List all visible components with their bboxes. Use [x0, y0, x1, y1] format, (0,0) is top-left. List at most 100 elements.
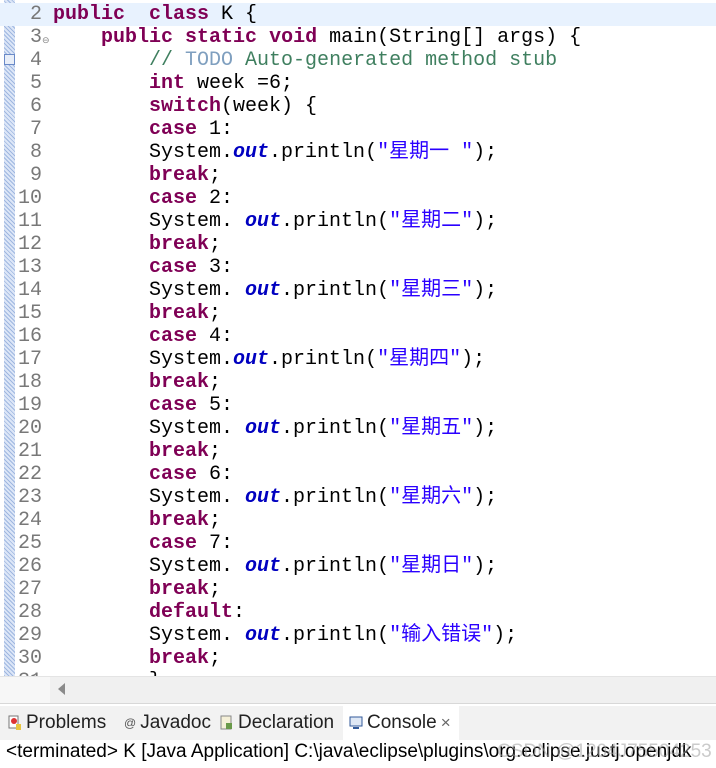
- code-line[interactable]: 9 break;: [0, 164, 716, 187]
- code-line[interactable]: 25 case 7:: [0, 532, 716, 555]
- scroll-left-icon[interactable]: [58, 683, 65, 695]
- code-line[interactable]: 19 case 5:: [0, 394, 716, 417]
- close-icon[interactable]: ×: [441, 706, 451, 740]
- line-number: 15: [17, 302, 42, 325]
- code-text: System.: [53, 417, 246, 440]
- code-line[interactable]: 11 System. out.println("星期二");: [0, 210, 716, 233]
- code-line[interactable]: 29 System. out.println("输入错误");: [0, 624, 716, 647]
- code-line[interactable]: 18 break;: [0, 371, 716, 394]
- code-content: break;: [53, 647, 221, 670]
- comment: //: [149, 49, 186, 72]
- code-text: .println(: [269, 141, 378, 164]
- code-line[interactable]: 12 break;: [0, 233, 716, 256]
- line-number: 16: [17, 325, 42, 348]
- code-text: System.: [53, 624, 246, 647]
- tab-label: Declaration: [238, 712, 335, 733]
- code-line[interactable]: 4 // TODO Auto-generated method stub: [0, 49, 716, 72]
- horizontal-scrollbar[interactable]: [0, 676, 716, 704]
- field: out: [245, 417, 282, 440]
- code-text: .println(: [281, 417, 390, 440]
- code-line[interactable]: 17 System.out.println("星期四");: [0, 348, 716, 371]
- field: out: [245, 210, 282, 233]
- code-content: break;: [53, 164, 221, 187]
- code-text: ;: [209, 578, 222, 601]
- line-number: 13: [17, 256, 42, 279]
- keyword: break: [149, 578, 210, 601]
- keyword: default: [149, 601, 234, 624]
- code-content: break;: [53, 302, 221, 325]
- line-number: 2: [29, 3, 42, 26]
- code-content: default:: [53, 601, 245, 624]
- code-text: System.: [53, 348, 234, 371]
- code-text: .println(: [281, 555, 390, 578]
- line-number: 29: [17, 624, 42, 647]
- tab-label: Problems: [26, 712, 107, 733]
- string-literal: "星期三": [389, 279, 474, 302]
- tab-javadoc[interactable]: @ Javadoc: [124, 706, 211, 740]
- code-line[interactable]: 8 System.out.println("星期一 ");: [0, 141, 716, 164]
- code-line[interactable]: 26 System. out.println("星期日");: [0, 555, 716, 578]
- console-icon: [349, 716, 363, 729]
- code-content: System. out.println("星期五");: [53, 417, 497, 440]
- code-line[interactable]: 24 break;: [0, 509, 716, 532]
- code-line[interactable]: 7 case 1:: [0, 118, 716, 141]
- tab-declaration[interactable]: Declaration: [220, 706, 334, 740]
- code-content: System.out.println("星期一 ");: [53, 141, 497, 164]
- keyword: int: [149, 72, 186, 95]
- line-number: 26: [17, 555, 42, 578]
- code-content: System. out.println("输入错误");: [53, 624, 517, 647]
- code-text: 1:: [197, 118, 234, 141]
- string-literal: "星期一 ": [377, 141, 474, 164]
- code-text: 7:: [197, 532, 234, 555]
- code-content: case 1:: [53, 118, 233, 141]
- code-line[interactable]: 28 default:: [0, 601, 716, 624]
- code-line[interactable]: 3 ⊖ public static void main(String[] args…: [0, 26, 716, 49]
- code-line[interactable]: 22 case 6:: [0, 463, 716, 486]
- tab-label: Javadoc: [140, 712, 211, 733]
- code-line[interactable]: 16 case 4:: [0, 325, 716, 348]
- keyword: case: [149, 256, 198, 279]
- code-line[interactable]: 23 System. out.println("星期六");: [0, 486, 716, 509]
- code-line[interactable]: 13 case 3:: [0, 256, 716, 279]
- code-line[interactable]: 30 break;: [0, 647, 716, 670]
- code-content: break;: [53, 578, 221, 601]
- tab-problems[interactable]: Problems: [8, 706, 106, 740]
- keyword: break: [149, 509, 210, 532]
- code-line[interactable]: 6 switch(week) {: [0, 95, 716, 118]
- code-line[interactable]: 20 System. out.println("星期五");: [0, 417, 716, 440]
- code-text: ;: [209, 302, 222, 325]
- keyword: void: [269, 26, 318, 49]
- keyword: static: [185, 26, 258, 49]
- field: out: [245, 555, 282, 578]
- code-text: );: [473, 555, 498, 578]
- code-line[interactable]: 27 break;: [0, 578, 716, 601]
- code-content: case 6:: [53, 463, 233, 486]
- keyword: break: [149, 164, 210, 187]
- code-text: );: [473, 417, 498, 440]
- code-editor[interactable]: 2 public class K {3 ⊖ public static void m…: [0, 0, 716, 676]
- code-text: 3:: [197, 256, 234, 279]
- task-marker-icon[interactable]: [4, 54, 15, 65]
- code-line[interactable]: 2 public class K {: [0, 3, 716, 26]
- tab-console[interactable]: Console ×: [343, 706, 459, 740]
- code-line[interactable]: 21 break;: [0, 440, 716, 463]
- code-line[interactable]: 10 case 2:: [0, 187, 716, 210]
- code-line[interactable]: 15 break;: [0, 302, 716, 325]
- code-content: break;: [53, 509, 221, 532]
- code-text: ;: [209, 164, 222, 187]
- code-line[interactable]: 5 int week =6;: [0, 72, 716, 95]
- code-line[interactable]: 14 System. out.println("星期三");: [0, 279, 716, 302]
- line-number: 10: [17, 187, 42, 210]
- code-text: System.: [53, 279, 246, 302]
